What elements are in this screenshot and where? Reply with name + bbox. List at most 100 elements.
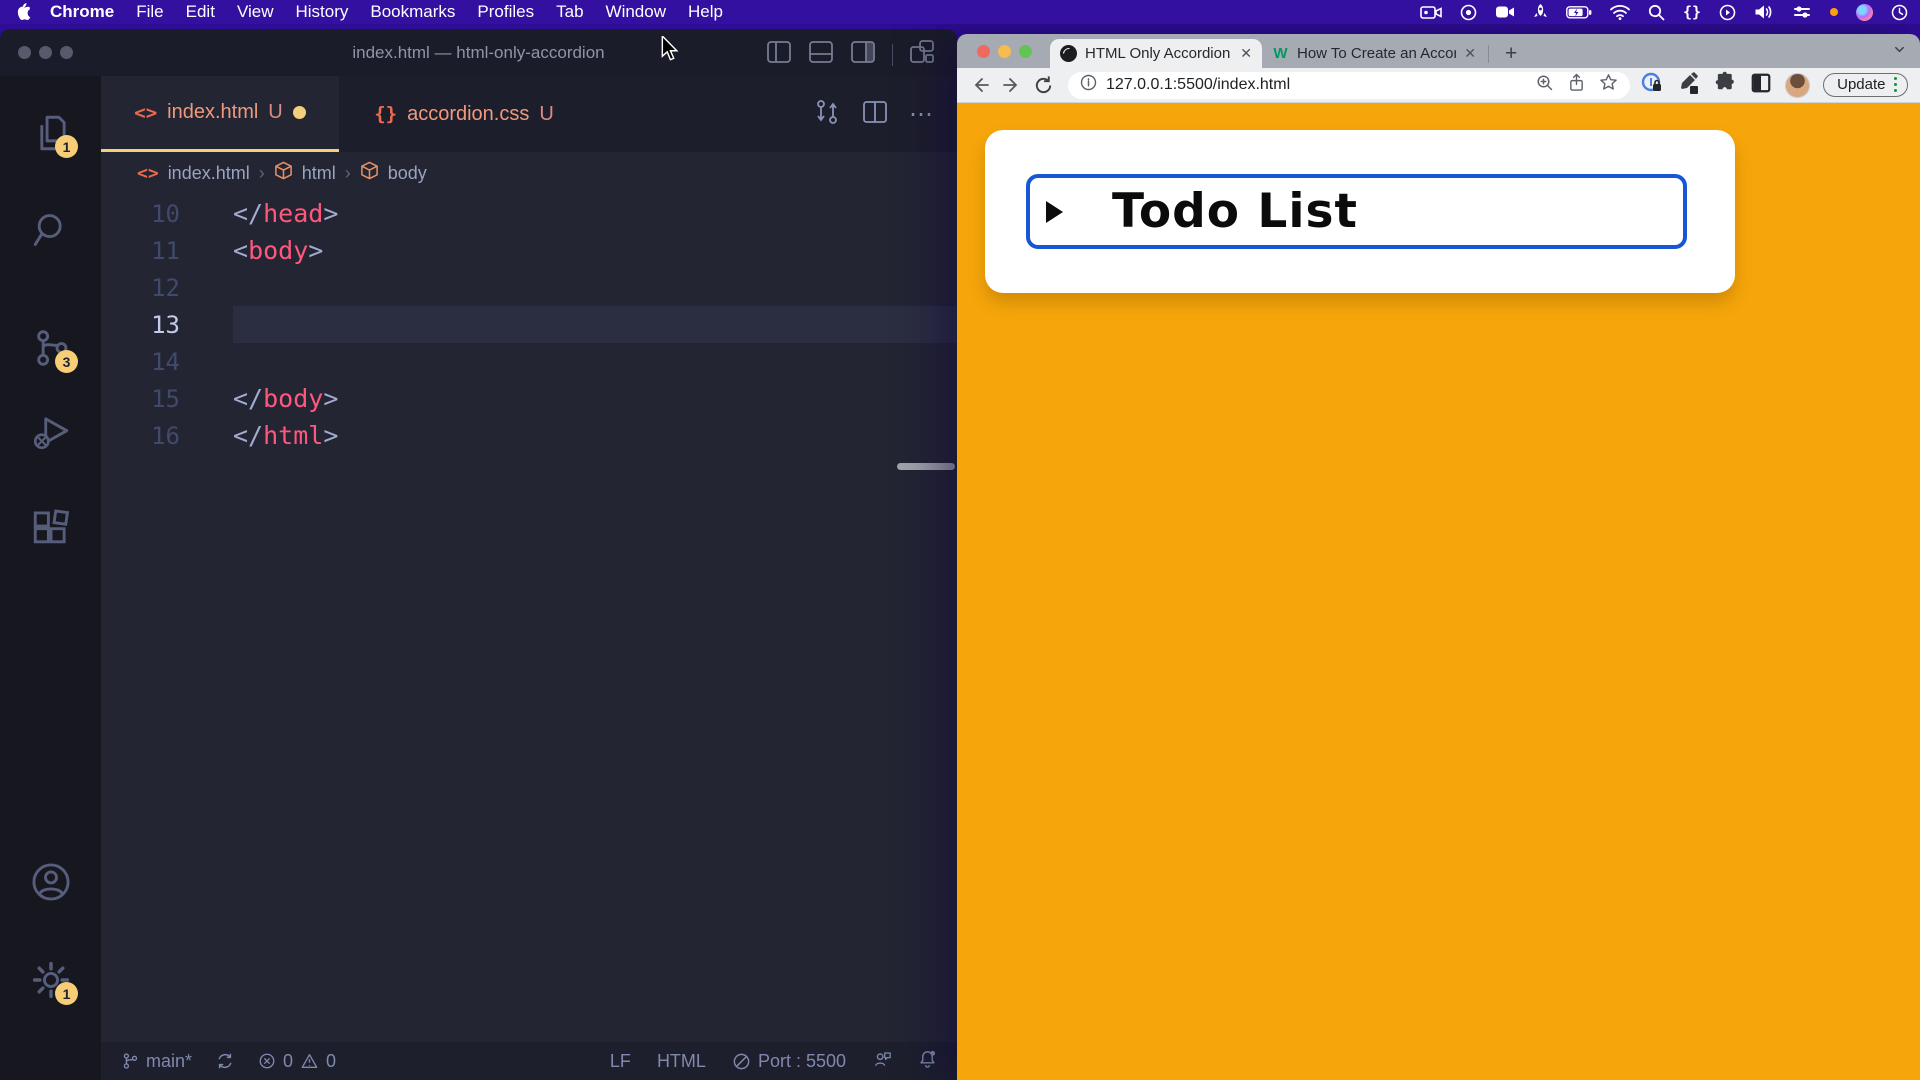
code-line-10[interactable]: 10 </head> — [101, 195, 957, 232]
dev-braces-icon[interactable]: {} — [1683, 3, 1701, 21]
code-line-11[interactable]: 11 <body> — [101, 232, 957, 269]
editor-sash-handle[interactable] — [897, 463, 955, 470]
code-line-13-current[interactable]: 13 — [101, 306, 957, 343]
language-mode[interactable]: HTML — [657, 1051, 706, 1072]
accounts-icon[interactable] — [30, 861, 72, 903]
tab-search-chevron-icon[interactable] — [1893, 43, 1906, 61]
minimize-window-button[interactable] — [998, 45, 1011, 58]
menu-chrome[interactable]: Chrome — [39, 2, 125, 22]
browser-tab-w3schools[interactable]: W How To Create an Accordion ✕ — [1262, 39, 1486, 68]
reload-button[interactable] — [1033, 75, 1054, 96]
minimize-window-button[interactable] — [39, 46, 52, 59]
toggle-secondary-sidebar-icon[interactable] — [850, 39, 876, 70]
vscode-titlebar[interactable]: index.html — html-only-accordion — [0, 29, 957, 76]
live-share-icon[interactable] — [872, 1049, 892, 1073]
vscode-window-controls[interactable] — [18, 46, 73, 59]
rocket-icon[interactable] — [1533, 3, 1548, 21]
customize-layout-icon[interactable] — [909, 39, 935, 70]
record-icon[interactable] — [1460, 4, 1477, 21]
settings-gear-icon[interactable]: 1 — [30, 959, 72, 1001]
git-branch-item[interactable]: main* — [121, 1051, 192, 1072]
wifi-icon[interactable] — [1610, 5, 1630, 20]
code-line-12[interactable]: 12 — [101, 269, 957, 306]
more-actions-icon[interactable]: ⋯ — [909, 100, 935, 129]
vscode-window-title: index.html — html-only-accordion — [352, 43, 604, 63]
browser-tab-active[interactable]: HTML Only Accordion ✕ — [1050, 39, 1262, 68]
close-window-button[interactable] — [977, 45, 990, 58]
tab-index-html[interactable]: <> index.html U — [101, 76, 339, 152]
clock-icon[interactable] — [1891, 4, 1908, 21]
code-line-16[interactable]: 16 </html> — [101, 417, 957, 454]
live-server-port[interactable]: Port : 5500 — [732, 1051, 846, 1072]
problems-item[interactable]: 0 0 — [258, 1051, 336, 1072]
apple-menu-icon[interactable] — [16, 3, 31, 21]
zoom-window-button[interactable] — [60, 46, 73, 59]
volume-icon[interactable] — [1754, 4, 1774, 20]
play-circle-icon[interactable] — [1719, 4, 1736, 21]
camera-icon[interactable] — [1495, 5, 1515, 19]
url-text[interactable]: 127.0.0.1:5500/index.html — [1106, 76, 1290, 94]
password-manager-icon[interactable] — [1640, 71, 1664, 100]
siri-icon[interactable] — [1856, 4, 1873, 21]
code-line-15[interactable]: 15 </body> — [101, 380, 957, 417]
code-line-14[interactable]: 14 — [101, 343, 957, 380]
sync-icon[interactable] — [216, 1052, 234, 1070]
explorer-icon[interactable]: 1 — [30, 112, 72, 154]
chrome-update-button[interactable]: Update — [1823, 73, 1908, 97]
zoom-window-button[interactable] — [1019, 45, 1032, 58]
forward-button[interactable] — [1001, 75, 1023, 95]
code-editor[interactable]: 10 </head> 11 <body> 12 13 14 — [101, 194, 957, 1042]
menu-bookmarks[interactable]: Bookmarks — [359, 2, 466, 22]
extensions-puzzle-icon[interactable] — [1714, 71, 1737, 99]
menu-help[interactable]: Help — [677, 2, 734, 22]
control-center-icon[interactable] — [1792, 5, 1812, 19]
back-button[interactable] — [969, 75, 991, 95]
site-favicon — [1060, 45, 1077, 62]
new-tab-button[interactable]: + — [1495, 39, 1527, 68]
toggle-sidebar-icon[interactable] — [766, 39, 792, 70]
toggle-panel-icon[interactable] — [808, 39, 834, 70]
eyedropper-extension-icon[interactable] — [1677, 71, 1701, 100]
menu-window[interactable]: Window — [595, 2, 677, 22]
extensions-icon[interactable] — [30, 509, 72, 551]
close-tab-icon[interactable]: ✕ — [1240, 45, 1252, 62]
site-info-icon[interactable] — [1080, 74, 1097, 96]
html-file-icon: <> — [137, 163, 159, 184]
chrome-window-controls[interactable] — [977, 45, 1032, 58]
accordion-summary[interactable]: Todo List — [1026, 174, 1687, 249]
menu-edit[interactable]: Edit — [175, 2, 226, 22]
notifications-bell-icon[interactable] — [918, 1049, 937, 1074]
breadcrumb-body[interactable]: body — [388, 163, 427, 184]
battery-icon[interactable] — [1566, 6, 1592, 19]
zoom-icon[interactable] — [1536, 74, 1554, 97]
profile-avatar[interactable] — [1785, 73, 1810, 98]
share-icon[interactable] — [1568, 73, 1585, 97]
menu-profiles[interactable]: Profiles — [466, 2, 545, 22]
screen-capture-icon[interactable] — [1420, 5, 1442, 20]
menu-tab[interactable]: Tab — [545, 2, 594, 22]
run-debug-icon[interactable] — [30, 411, 72, 453]
breadcrumb-html[interactable]: html — [302, 163, 336, 184]
source-control-icon[interactable]: 3 — [30, 327, 72, 369]
close-window-button[interactable] — [18, 46, 31, 59]
menu-view[interactable]: View — [226, 2, 285, 22]
bookmark-star-icon[interactable] — [1599, 73, 1618, 97]
breadcrumb-file[interactable]: index.html — [168, 163, 250, 184]
tab-title: HTML Only Accordion — [1085, 45, 1232, 62]
address-bar[interactable]: 127.0.0.1:5500/index.html — [1068, 72, 1630, 99]
unsaved-dot-icon[interactable] — [293, 106, 306, 119]
dark-mode-extension-icon[interactable] — [1750, 72, 1772, 99]
source-control-badge: 3 — [55, 350, 78, 373]
tab-accordion-css[interactable]: {} accordion.css U — [339, 76, 589, 152]
mouse-cursor — [660, 36, 682, 67]
split-editor-icon[interactable] — [861, 98, 889, 131]
spotlight-search-icon[interactable] — [1648, 4, 1665, 21]
open-changes-icon[interactable] — [813, 98, 841, 131]
search-icon[interactable] — [30, 209, 72, 251]
eol-indicator[interactable]: LF — [610, 1051, 631, 1072]
menu-history[interactable]: History — [284, 2, 359, 22]
close-tab-icon[interactable]: ✕ — [1464, 45, 1476, 62]
menu-file[interactable]: File — [125, 2, 174, 22]
chrome-menu-kebab-icon[interactable] — [1894, 77, 1898, 93]
vscode-window: index.html — html-only-accordion 1 3 — [0, 29, 957, 1080]
